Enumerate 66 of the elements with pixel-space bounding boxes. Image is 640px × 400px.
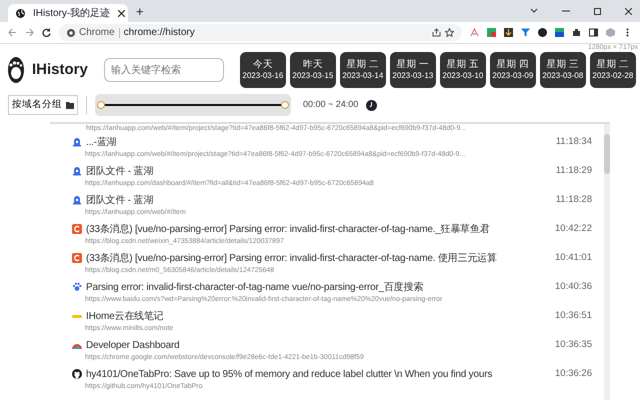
visit-time: 10:42:22 bbox=[554, 222, 592, 236]
date-tab[interactable]: 今天 2023-03-16 bbox=[240, 52, 286, 88]
visit-time: 10:36:35 bbox=[554, 338, 592, 352]
history-link[interactable]: Parsing error: invalid-first-character-of-tag-name vue/no-parsing-error_百度搜索 bbox=[86, 280, 424, 295]
new-tab-button[interactable]: + bbox=[136, 5, 144, 18]
visit-time: 10:41:01 bbox=[554, 251, 592, 266]
site-label: Chrome bbox=[79, 26, 115, 40]
search-field[interactable]: 输入关键字检索 bbox=[104, 58, 224, 82]
tab-title: IHistory-我的足迹 bbox=[33, 6, 110, 20]
visit-time: 10:36:26 bbox=[554, 367, 592, 382]
filter-icon[interactable] bbox=[521, 28, 530, 37]
date-tab[interactable]: 星期 二 2023-03-14 bbox=[340, 52, 386, 88]
reload-icon[interactable] bbox=[42, 28, 51, 37]
folder-icon bbox=[66, 102, 74, 108]
slider-thumb[interactable] bbox=[281, 101, 289, 109]
history-link[interactable]: 团队文件 - 蓝湖 bbox=[86, 164, 154, 179]
download-icon[interactable] bbox=[504, 28, 513, 37]
close-icon[interactable] bbox=[118, 10, 126, 16]
back-icon[interactable] bbox=[8, 28, 17, 37]
bar-icon bbox=[72, 314, 82, 318]
paw-icon bbox=[72, 282, 82, 292]
visit-time: 11:18:34 bbox=[554, 135, 592, 150]
history-link[interactable]: IHome云在线笔记 bbox=[86, 308, 164, 324]
date-tab[interactable]: 星期 三 2023-03-08 bbox=[540, 52, 586, 88]
group-by-domain-button[interactable]: 按域名分组 bbox=[8, 94, 78, 116]
date-tab[interactable]: 星期 五 2023-03-10 bbox=[440, 52, 486, 88]
history-link[interactable]: (33条消息) [vue/no-parsing-error] Parsing error: invalid-first-character-of-tag-name. 使用三元运算 bbox=[86, 250, 497, 266]
visit-time: 11:18:29 bbox=[554, 164, 592, 178]
letter-c-icon bbox=[72, 253, 82, 264]
time-slider[interactable] bbox=[95, 94, 291, 116]
star-icon[interactable] bbox=[445, 28, 454, 37]
forward-icon[interactable] bbox=[25, 28, 34, 37]
sidebar-icon[interactable] bbox=[589, 28, 598, 37]
close-icon[interactable] bbox=[625, 8, 632, 14]
bell-icon bbox=[72, 137, 82, 148]
date-tab[interactable]: 星期 四 2023-03-09 bbox=[490, 52, 536, 88]
letter-c-icon bbox=[72, 224, 82, 234]
clock-icon[interactable] bbox=[366, 100, 378, 110]
app-name: IHistory bbox=[32, 60, 88, 80]
bell-icon bbox=[72, 195, 82, 206]
maximize-icon[interactable] bbox=[594, 8, 601, 14]
footprint-logo bbox=[8, 57, 24, 83]
bell-icon bbox=[72, 166, 82, 176]
puzzle-icon[interactable] bbox=[572, 28, 581, 37]
visit-time: 10:36:51 bbox=[554, 309, 592, 324]
history-link[interactable]: (33条消息) [vue/no-parsing-error] Parsing error: invalid-first-character-of-tag-name._狂暴草鱼君 bbox=[86, 222, 490, 237]
date-tab[interactable]: 星期 二 2023-02-28 bbox=[590, 52, 636, 88]
visit-time: 10:40:36 bbox=[554, 280, 592, 294]
extension-icon[interactable] bbox=[538, 28, 547, 37]
scrollbar-thumb[interactable] bbox=[604, 134, 610, 174]
time-range-text: 00:00 ~ 24:00 bbox=[303, 98, 358, 112]
browser-tab[interactable]: IHistory-我的足迹 bbox=[8, 4, 128, 22]
history-link[interactable]: Developer Dashboard bbox=[86, 338, 180, 353]
url-text: chrome://history bbox=[124, 26, 196, 40]
minimize-icon[interactable] bbox=[562, 8, 570, 14]
history-link[interactable]: hy4101/OneTabPro: Save up to 95% of memory and reduce label clutter \n When you find yours bbox=[86, 366, 492, 382]
share-icon[interactable] bbox=[432, 28, 441, 37]
history-link[interactable]: ...-蓝湖 bbox=[86, 134, 116, 150]
date-tab[interactable]: 昨天 2023-03-15 bbox=[290, 52, 336, 88]
chevron-down-icon[interactable] bbox=[530, 8, 538, 14]
slider-thumb[interactable] bbox=[97, 101, 105, 109]
address-bar[interactable]: Chrome chrome://history bbox=[59, 24, 462, 41]
history-link[interactable]: 团队文件 - 蓝湖 bbox=[86, 192, 154, 208]
visit-time: 11:18:28 bbox=[554, 193, 592, 208]
date-tab[interactable]: 星期 一 2023-03-13 bbox=[390, 52, 436, 88]
cat-icon bbox=[72, 369, 82, 380]
